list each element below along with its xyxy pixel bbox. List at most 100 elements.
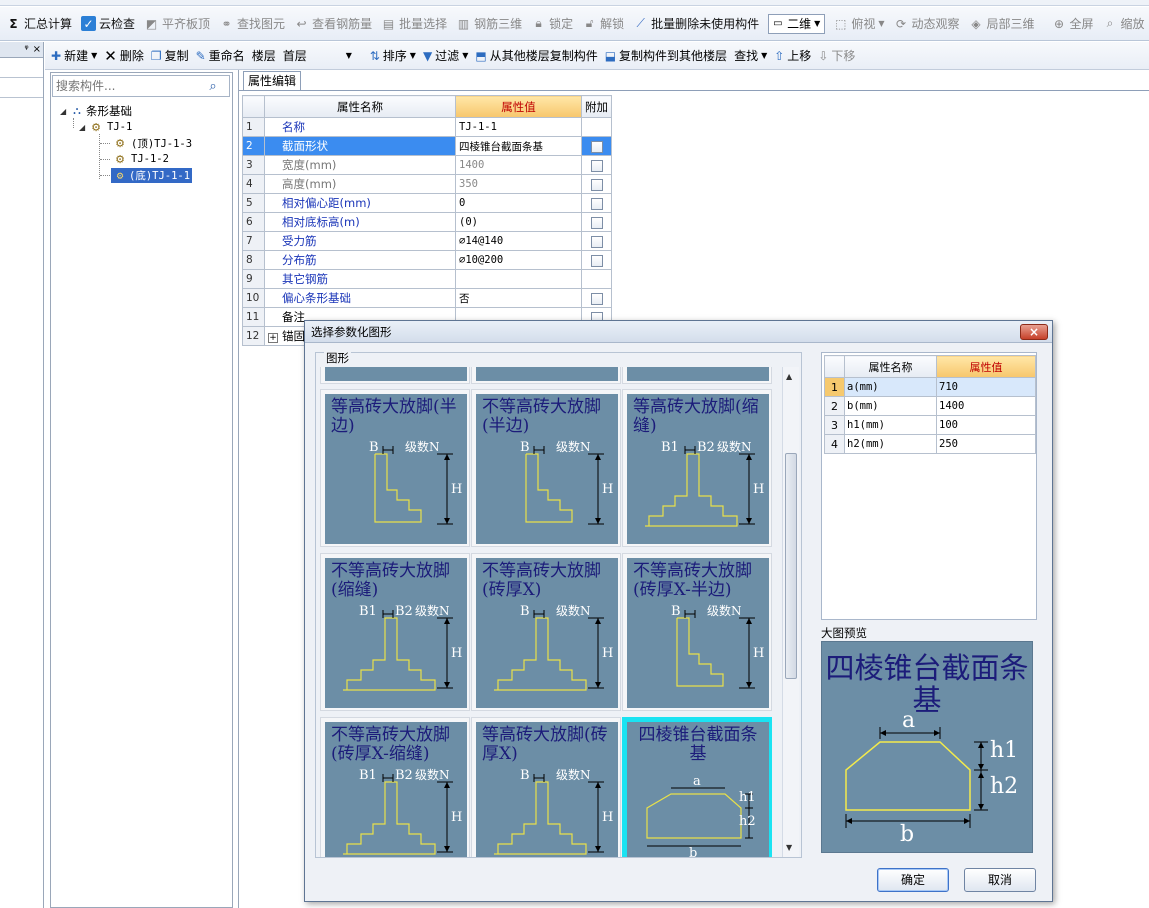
batch-select-button[interactable]: ▤ 批量选择 xyxy=(381,15,447,32)
prop-value-cell[interactable]: 1400 xyxy=(455,155,582,175)
prop-value-cell[interactable]: 四棱锥台截面条基 xyxy=(455,136,582,156)
table-row[interactable]: 3 h1(mm) 100 xyxy=(824,415,1036,435)
extra-checkbox[interactable] xyxy=(590,216,603,229)
table-row[interactable]: 1 名称 TJ-1-1 xyxy=(242,117,612,137)
table-row[interactable]: 5 相对偏心距(mm) 0 xyxy=(242,193,612,213)
shape-thumbnail[interactable]: 不等高砖大放脚(砖厚X-半边) B 级数N H xyxy=(622,553,772,711)
batch-delete-unused-button[interactable]: ⟋ 批量删除未使用构件 xyxy=(633,15,759,32)
move-up-button[interactable]: ⇧ 上移 xyxy=(774,47,811,64)
prop-name-cell: 高度(mm) xyxy=(264,174,456,194)
local-3d-button[interactable]: ◈ 局部三维 xyxy=(969,15,1034,32)
extra-checkbox[interactable] xyxy=(590,178,603,191)
pin-icon[interactable]: ᵠ xyxy=(24,44,28,55)
shape-thumbnail[interactable]: 不等高砖大放脚(缩缝) B1 B2 级数N H xyxy=(320,553,470,711)
sort-button[interactable]: ⇅ 排序 ▼ xyxy=(370,47,416,64)
top-view-button[interactable]: ⬚ 俯视 ▼ xyxy=(833,15,884,32)
table-row[interactable]: 3 宽度(mm) 1400 xyxy=(242,155,612,175)
prop-value-cell[interactable]: TJ-1-1 xyxy=(455,117,582,137)
tree-node-root[interactable]: ◢ ⛬ 条形基础 xyxy=(60,103,132,119)
find-button[interactable]: 查找 ▼ xyxy=(734,47,767,64)
tree-node-child-selected[interactable]: ⚙ (底)TJ-1-1 xyxy=(111,167,193,183)
rename-component-button[interactable]: ✎ 重命名 xyxy=(196,47,245,64)
tab-property-edit[interactable]: 属性编辑 xyxy=(243,71,302,90)
left-panel-row[interactable] xyxy=(0,58,43,78)
copy-to-floor-button[interactable]: ⬓ 复制构件到其他楼层 xyxy=(605,47,727,64)
extra-checkbox[interactable] xyxy=(590,159,603,172)
copy-component-button[interactable]: ❐ 复制 xyxy=(151,47,189,64)
prop-value-cell[interactable]: 0 xyxy=(455,193,582,213)
param-value-cell[interactable]: 100 xyxy=(936,415,1036,435)
param-value-cell[interactable]: 710 xyxy=(936,377,1036,397)
table-row[interactable]: 4 高度(mm) 350 xyxy=(242,174,612,194)
move-down-button[interactable]: ⇩ 下移 xyxy=(818,47,855,64)
close-icon[interactable]: × xyxy=(33,44,41,55)
cancel-button[interactable]: 取消 xyxy=(964,868,1036,892)
param-value-cell[interactable]: 1400 xyxy=(936,396,1036,416)
fullscreen-button[interactable]: ⊕ 全屏 xyxy=(1052,15,1094,32)
new-component-button[interactable]: ✚ 新建 ▼ xyxy=(51,47,97,64)
table-row[interactable]: 2 b(mm) 1400 xyxy=(824,396,1036,416)
scroll-up-icon[interactable]: ▲ xyxy=(786,372,792,381)
table-row[interactable]: 10 偏心条形基础否 xyxy=(242,288,612,308)
copy-from-floor-button[interactable]: ⬒ 从其他楼层复制构件 xyxy=(475,47,597,64)
scroll-thumb[interactable] xyxy=(785,453,797,679)
zoom-button[interactable]: ⌕ 缩放 xyxy=(1103,15,1145,32)
cloud-check-button[interactable]: ✓ 云检查 xyxy=(81,15,135,32)
extra-checkbox[interactable] xyxy=(590,235,603,248)
tree-node-group[interactable]: ◢ ⚙ TJ-1 xyxy=(79,119,134,135)
gallery-scrollbar[interactable]: ▲ ▼ xyxy=(782,367,799,857)
ok-button[interactable]: 确定 xyxy=(877,868,949,892)
shape-thumbnail-partial[interactable] xyxy=(471,367,621,384)
table-row[interactable]: 7 受力筋 ⌀14@140 xyxy=(242,231,612,251)
shape-thumbnail[interactable]: 等高砖大放脚(缩缝) B1 B2 级数N H xyxy=(622,389,772,547)
extra-checkbox[interactable] xyxy=(590,140,603,153)
table-row[interactable]: 4 h2(mm) 250 xyxy=(824,434,1036,454)
tree-node-child[interactable]: ⚙ TJ-1-2 xyxy=(113,151,171,167)
param-value-cell[interactable]: 250 xyxy=(936,434,1036,454)
extra-checkbox[interactable] xyxy=(590,197,603,210)
table-row[interactable]: 6 相对底标高(m) (0) xyxy=(242,212,612,232)
prop-value-cell[interactable] xyxy=(455,269,582,289)
search-icon[interactable]: ⌕ xyxy=(203,79,223,94)
prop-value-cell[interactable]: (0) xyxy=(455,212,582,232)
scroll-down-icon[interactable]: ▼ xyxy=(786,843,792,852)
find-element-button[interactable]: ⚭ 查找图元 xyxy=(219,15,286,32)
prop-value-cell[interactable]: 否 xyxy=(455,288,582,308)
prop-value-cell[interactable]: ⌀10@200 xyxy=(455,250,582,270)
table-row[interactable]: 2 截面形状 四棱锥台截面条基 xyxy=(242,136,612,156)
table-row[interactable]: 1 a(mm) 710 xyxy=(824,377,1036,397)
shape-thumbnail[interactable]: 不等高砖大放脚(砖厚X) B 级数N H xyxy=(471,553,621,711)
expand-plus-icon[interactable]: + xyxy=(268,333,278,343)
shape-thumbnail[interactable]: 等高砖大放脚(砖厚X) B 级数N H xyxy=(471,717,621,857)
prop-value-cell[interactable]: 350 xyxy=(455,174,582,194)
prop-value-cell[interactable]: ⌀14@140 xyxy=(455,231,582,251)
delete-component-button[interactable]: ✕ 删除 xyxy=(104,47,144,65)
shape-thumbnail-partial[interactable] xyxy=(320,367,470,384)
orbit-view-button[interactable]: ⟳ 动态观察 xyxy=(894,15,960,32)
table-row[interactable]: 9 其它钢筋 xyxy=(242,269,612,289)
tree-node-child[interactable]: ⚙ (顶)TJ-1-3 xyxy=(113,135,194,151)
expand-toggle-icon[interactable]: ◢ xyxy=(79,123,89,132)
search-input[interactable] xyxy=(53,77,203,95)
shape-thumbnail[interactable]: 不等高砖大放脚(砖厚X-缩缝) B1 B2 级数N H xyxy=(320,717,470,857)
floor-select[interactable]: 首层 ▼ xyxy=(283,47,363,64)
shape-thumbnail[interactable]: 四棱锥台截面条基 a h1 h2 b xyxy=(622,717,772,857)
table-row[interactable]: 8 分布筋 ⌀10@200 xyxy=(242,250,612,270)
rebar-3d-button[interactable]: ▥ 钢筋三维 xyxy=(456,15,522,32)
close-button[interactable]: × xyxy=(1020,324,1048,340)
expand-toggle-icon[interactable]: ◢ xyxy=(60,107,70,116)
view-mode-combo[interactable]: ▭ 二维 ▼ xyxy=(768,13,826,34)
unlock-button[interactable]: 🔓︎ 解锁 xyxy=(582,15,624,32)
broom-icon: ⟋ xyxy=(636,16,645,30)
flush-slab-top-button[interactable]: ◩ 平齐板顶 xyxy=(144,15,210,32)
shape-thumbnail[interactable]: 等高砖大放脚(半边) B 级数N H xyxy=(320,389,470,547)
summary-calc-button[interactable]: Σ 汇总计算 xyxy=(6,15,72,32)
view-rebar-button[interactable]: ↩ 查看钢筋量 xyxy=(294,15,373,32)
filter-button[interactable]: ▼ 过滤 ▼ xyxy=(423,47,468,64)
shape-thumbnail[interactable]: 不等高砖大放脚(半边) B 级数N H xyxy=(471,389,621,547)
left-panel-row[interactable] xyxy=(0,78,43,98)
shape-thumbnail-partial[interactable] xyxy=(622,367,772,384)
lock-button[interactable]: 🔒︎ 锁定 xyxy=(531,15,573,32)
extra-checkbox[interactable] xyxy=(590,292,603,305)
extra-checkbox[interactable] xyxy=(590,254,603,267)
